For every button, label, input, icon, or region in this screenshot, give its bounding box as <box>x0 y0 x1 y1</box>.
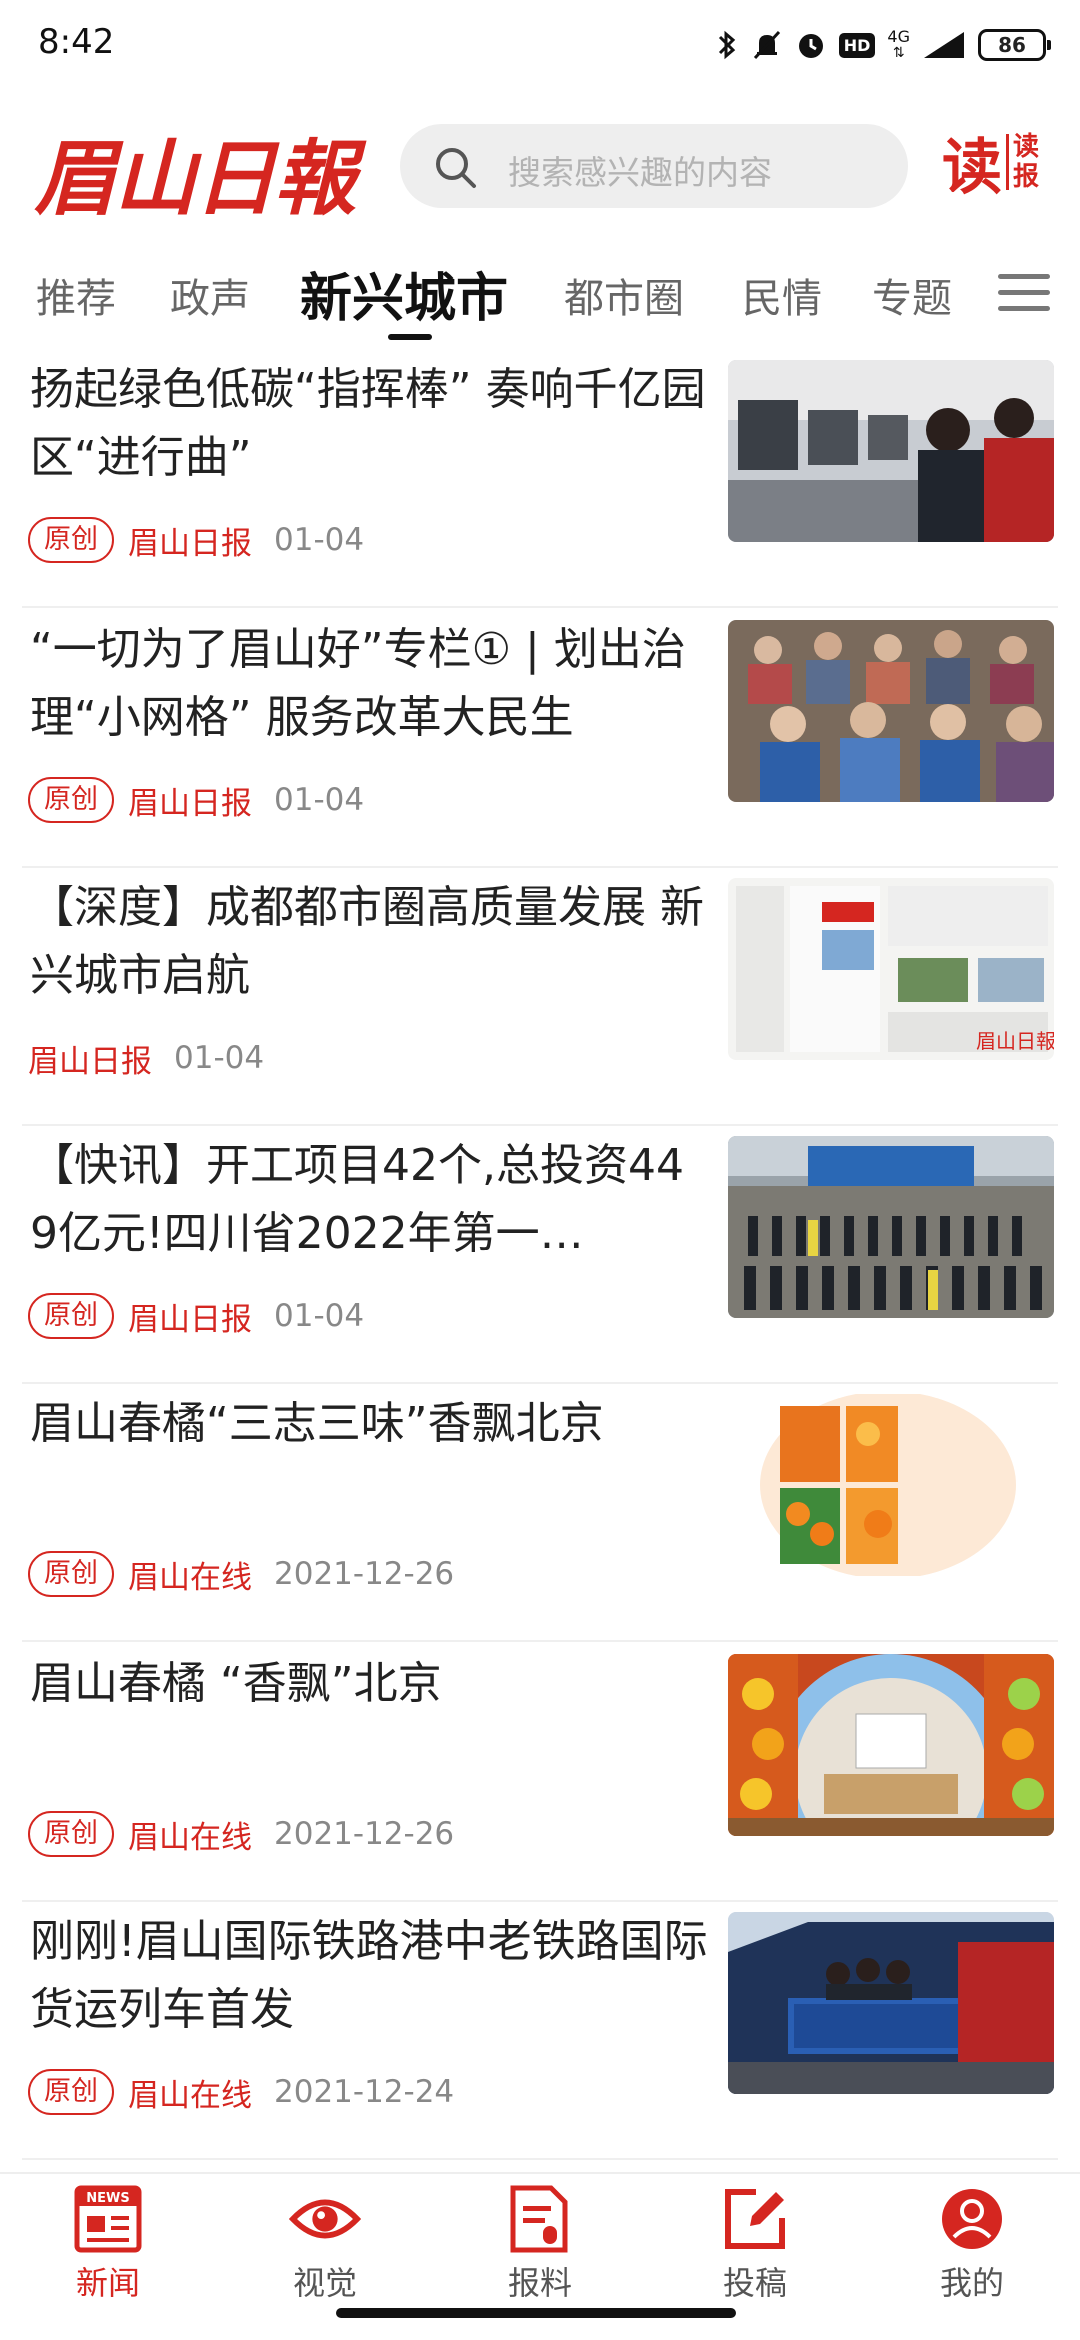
news-icon: NEWS <box>72 2184 144 2254</box>
news-thumbnail <box>728 1912 1054 2094</box>
news-date: 01-04 <box>274 782 365 818</box>
alarm-clock-icon <box>795 28 827 62</box>
original-tag: 原创 <box>28 517 114 563</box>
original-tag: 原创 <box>28 2069 114 2115</box>
news-meta: 原创 眉山在线 2021-12-24 <box>28 2068 454 2116</box>
nav-label: 我的 <box>939 2264 1004 2302</box>
tab-public-opinion[interactable]: 民情 <box>742 266 822 324</box>
app-logo[interactable]: 眉山日報 <box>34 112 356 231</box>
news-thumbnail: 眉山日報 <box>728 878 1054 1060</box>
nav-news[interactable]: NEWS 新闻 <box>33 2184 183 2304</box>
read-paper-small-1: 读 <box>1013 132 1040 162</box>
news-date: 01-04 <box>274 1298 365 1334</box>
search-icon <box>436 148 476 188</box>
tab-emerging-city[interactable]: 新兴城市 <box>300 256 508 331</box>
home-indicator[interactable] <box>336 2308 736 2318</box>
news-title: 【快讯】开工项目42个,总投资449亿元!四川省2022年第一… <box>30 1140 684 1259</box>
news-meta: 原创 眉山日报 01-04 <box>28 1292 364 1340</box>
nav-label: 视觉 <box>292 2264 357 2302</box>
news-meta: 原创 眉山日报 01-04 <box>28 516 364 564</box>
signal-icon <box>922 30 966 60</box>
news-date: 01-04 <box>174 1040 265 1076</box>
search-placeholder: 搜索感兴趣的内容 <box>508 153 772 192</box>
news-thumbnail <box>728 1394 1054 1576</box>
network-indicator: 4G ⇅ <box>887 27 910 62</box>
eye-icon <box>289 2184 361 2254</box>
news-item[interactable]: 扬起绿色低碳“指挥棒” 奏响千亿园区“进行曲” 原创 眉山日报 01-04 <box>22 350 1058 608</box>
news-date: 01-04 <box>274 522 365 558</box>
data-arrows-icon: ⇅ <box>892 45 905 61</box>
read-paper-divider <box>1006 134 1009 190</box>
news-date: 2021-12-24 <box>274 2074 455 2110</box>
status-icons: HD 4G ⇅ 86 <box>715 22 1051 68</box>
news-date: 2021-12-26 <box>274 1556 455 1592</box>
battery-icon: 86 <box>978 29 1051 61</box>
edit-icon <box>719 2184 791 2254</box>
active-tab-indicator <box>388 334 432 340</box>
news-item[interactable]: “一切为了眉山好”专栏① | 划出治理“小网格” 服务改革大民生 原创 眉山日报… <box>22 610 1058 868</box>
svg-text:NEWS: NEWS <box>86 2191 129 2206</box>
original-tag: 原创 <box>28 1551 114 1597</box>
news-title: 眉山春橘 “香飘”北京 <box>30 1658 442 1709</box>
news-date: 2021-12-26 <box>274 1816 455 1852</box>
news-meta: 原创 眉山在线 2021-12-26 <box>28 1550 454 1598</box>
original-tag: 原创 <box>28 777 114 823</box>
news-meta: 原创 眉山在线 2021-12-26 <box>28 1810 454 1858</box>
news-item[interactable]: 眉山春橘“三志三味”香飘北京 原创 眉山在线 2021-12-26 <box>22 1384 1058 1642</box>
news-source: 眉山日报 <box>128 1301 252 1338</box>
news-source: 眉山在线 <box>128 1819 252 1856</box>
hd-badge: HD <box>838 32 876 58</box>
search-input[interactable]: 搜索感兴趣的内容 <box>400 124 908 208</box>
news-source: 眉山日报 <box>128 785 252 822</box>
user-icon <box>936 2184 1008 2254</box>
battery-level: 86 <box>998 33 1026 57</box>
news-item[interactable]: 【快讯】开工项目42个,总投资449亿元!四川省2022年第一… 原创 眉山日报… <box>22 1126 1058 1384</box>
network-type: 4G <box>887 27 910 46</box>
news-item[interactable]: 刚刚!眉山国际铁路港中老铁路国际货运列车首发 原创 眉山在线 2021-12-2… <box>22 1902 1058 2160</box>
news-source: 眉山日报 <box>28 1043 152 1080</box>
news-source: 眉山在线 <box>128 2077 252 2114</box>
news-source: 眉山日报 <box>128 525 252 562</box>
nav-label: 新闻 <box>75 2264 140 2302</box>
tab-politics[interactable]: 政声 <box>170 266 250 324</box>
nav-submit[interactable]: 投稿 <box>680 2184 830 2304</box>
news-title: 眉山春橘“三志三味”香飘北京 <box>30 1398 604 1449</box>
read-paper-button[interactable]: 读 读 报 <box>942 122 1050 203</box>
tab-recommend[interactable]: 推荐 <box>36 266 116 324</box>
original-tag: 原创 <box>28 1293 114 1339</box>
news-item[interactable]: 眉山春橘 “香飘”北京 原创 眉山在线 2021-12-26 <box>22 1644 1058 1902</box>
read-paper-big: 读 <box>942 132 1002 203</box>
nav-label: 报料 <box>507 2264 572 2302</box>
status-time: 8:42 <box>38 22 115 62</box>
category-tabs: 推荐 政声 新兴城市 都市圈 民情 专题 <box>0 248 1080 348</box>
news-meta: 原创 眉山日报 01-04 <box>28 776 364 824</box>
status-bar: 8:42 HD 4G ⇅ 86 <box>0 0 1080 90</box>
nav-report[interactable]: 报料 <box>465 2184 615 2304</box>
app-header: 眉山日報 搜索感兴趣的内容 读 读 报 <box>0 100 1080 230</box>
nav-mine[interactable]: 我的 <box>897 2184 1047 2304</box>
news-thumbnail <box>728 1654 1054 1836</box>
tab-topics[interactable]: 专题 <box>872 266 952 324</box>
news-title: 扬起绿色低碳“指挥棒” 奏响千亿园区“进行曲” <box>30 364 706 483</box>
menu-icon[interactable] <box>998 268 1050 318</box>
news-title: 刚刚!眉山国际铁路港中老铁路国际货运列车首发 <box>30 1916 708 2035</box>
news-title: 【深度】成都都市圈高质量发展 新兴城市启航 <box>30 882 704 1001</box>
report-icon <box>504 2184 576 2254</box>
news-source: 眉山在线 <box>128 1559 252 1596</box>
bluetooth-icon <box>715 28 739 62</box>
mute-bell-icon <box>751 28 783 62</box>
original-tag: 原创 <box>28 1811 114 1857</box>
read-paper-small: 读 报 <box>1013 132 1039 192</box>
read-paper-small-2: 报 <box>1013 162 1040 192</box>
news-meta: 眉山日报 01-04 <box>28 1034 264 1082</box>
tab-metro-circle[interactable]: 都市圈 <box>564 266 684 324</box>
news-thumbnail <box>728 360 1054 542</box>
nav-visual[interactable]: 视觉 <box>250 2184 400 2304</box>
news-thumbnail <box>728 620 1054 802</box>
nav-label: 投稿 <box>722 2264 787 2302</box>
news-title: “一切为了眉山好”专栏① | 划出治理“小网格” 服务改革大民生 <box>30 624 686 743</box>
svg-text:眉山日報: 眉山日報 <box>976 1029 1054 1053</box>
news-item[interactable]: 【深度】成都都市圈高质量发展 新兴城市启航 眉山日报 01-04 眉山日報 <box>22 868 1058 1126</box>
news-thumbnail <box>728 1136 1054 1318</box>
